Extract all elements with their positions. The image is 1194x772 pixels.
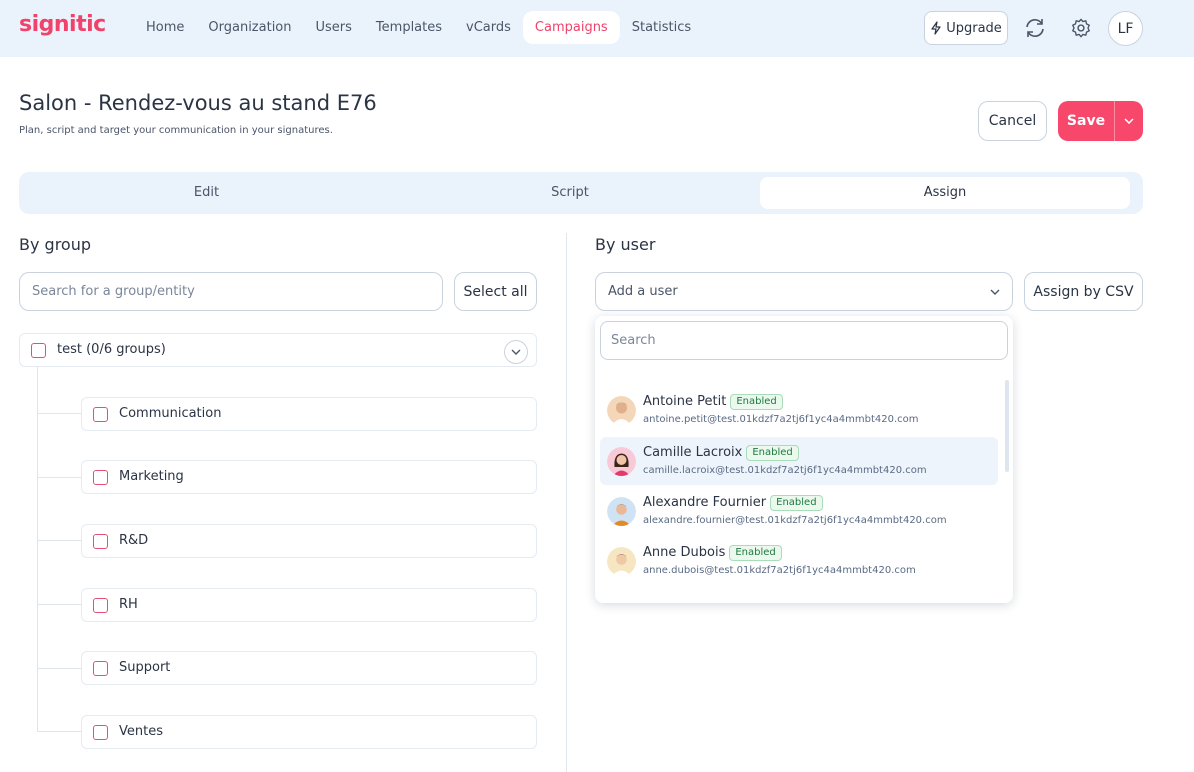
group-item-marketing[interactable]: Marketing [81,460,537,494]
save-button[interactable]: Save [1058,101,1114,141]
user-name-text: Alexandre Fournier [643,495,767,510]
page-subtitle: Plan, script and target your communicati… [19,125,333,136]
group-label: Support [119,660,171,675]
lightning-icon [931,21,941,35]
group-checkbox-test[interactable] [31,343,46,358]
expand-button[interactable] [504,340,528,364]
gear-icon [1072,18,1090,38]
add-user-select[interactable]: Add a user [595,272,1013,311]
by-user-title: By user [595,235,656,254]
group-item-rd[interactable]: R&D [81,524,537,558]
chevron-down-icon [511,349,521,355]
main-nav: Home Organization Users Templates vCards… [134,11,703,44]
user-avatar[interactable]: LF [1108,11,1143,46]
tab-script[interactable]: Script [389,177,751,209]
user-option[interactable]: Alexandre Fournier Enabled alexandre.four… [600,487,998,535]
user-email: antoine.petit@test.01kdzf7a2tj6f1yc4a4mm… [643,414,919,425]
group-item-ventes[interactable]: Ventes [81,715,537,749]
user-option[interactable]: Camille Lacroix Enabled camille.lacroix@t… [600,437,998,485]
settings-button[interactable] [1067,14,1095,42]
group-checkbox[interactable] [93,725,108,740]
status-badge: Enabled [729,545,782,561]
group-item-support[interactable]: Support [81,651,537,685]
save-options-button[interactable] [1114,101,1143,141]
group-checkbox[interactable] [93,407,108,422]
user-photo [607,497,636,526]
user-name-text: Anne Dubois [643,545,726,560]
user-email: anne.dubois@test.01kdzf7a2tj6f1yc4a4mmbt… [643,565,916,576]
group-tree-root[interactable]: test (0/6 groups) [19,333,537,367]
user-name: Alexandre Fournier Enabled [643,495,823,511]
dropdown-scrollbar[interactable] [1005,380,1009,472]
user-name: Anne Dubois Enabled [643,545,782,561]
group-label: Communication [119,406,222,421]
nav-item-campaigns[interactable]: Campaigns [522,11,620,44]
group-item-communication[interactable]: Communication [81,397,537,431]
nav-item-home[interactable]: Home [134,11,196,44]
user-name-text: Camille Lacroix [643,445,743,460]
upgrade-button[interactable]: Upgrade [924,11,1008,45]
nav-item-templates[interactable]: Templates [364,11,454,44]
user-option[interactable]: Antoine Petit Enabled antoine.petit@test.… [600,386,998,434]
page-title: Salon - Rendez-vous au stand E76 [19,91,377,115]
assign-by-csv-button[interactable]: Assign by CSV [1024,272,1143,311]
user-photo [607,447,636,476]
status-badge: Enabled [730,394,783,410]
sync-icon [1026,19,1044,37]
group-label: R&D [119,533,149,548]
tab-edit[interactable]: Edit [24,177,389,209]
tree-branch [37,731,81,732]
tab-assign[interactable]: Assign [760,177,1130,209]
campaign-tabs: Edit Script Assign [19,172,1143,214]
tree-branch [37,668,81,669]
group-checkbox[interactable] [93,470,108,485]
user-name-text: Antoine Petit [643,394,727,409]
user-search-input[interactable] [600,321,1008,360]
group-label-test: test (0/6 groups) [57,342,166,357]
add-user-placeholder: Add a user [608,284,678,299]
tree-branch [37,604,81,605]
user-email: camille.lacroix@test.01kdzf7a2tj6f1yc4a4… [643,465,927,476]
user-photo [607,396,636,425]
upgrade-label: Upgrade [946,20,1002,36]
status-badge: Enabled [746,445,799,461]
group-checkbox[interactable] [93,661,108,676]
cancel-button[interactable]: Cancel [978,101,1047,141]
panel-divider [566,233,567,772]
group-label: Marketing [119,469,184,484]
top-navbar: signitic Home Organization Users Templat… [0,0,1194,57]
user-name: Antoine Petit Enabled [643,394,783,410]
group-label: Ventes [119,724,163,739]
nav-item-users[interactable]: Users [304,11,364,44]
user-dropdown: Antoine PetitEnabled antoine.petit@test.… [595,316,1013,603]
chevron-down-icon [990,289,1000,295]
nav-item-statistics[interactable]: Statistics [620,11,703,44]
nav-item-organization[interactable]: Organization [196,11,303,44]
group-item-rh[interactable]: RH [81,588,537,622]
tree-branch [37,540,81,541]
user-email: alexandre.fournier@test.01kdzf7a2tj6f1yc… [643,515,947,526]
group-checkbox[interactable] [93,598,108,613]
sync-button[interactable] [1021,14,1049,42]
user-option[interactable]: Anne Dubois Enabled anne.dubois@test.01kd… [600,537,998,585]
signitic-logo[interactable]: signitic [19,12,106,37]
status-badge: Enabled [770,495,823,511]
chevron-down-icon [1124,118,1134,124]
group-checkbox[interactable] [93,534,108,549]
user-photo [607,547,636,576]
tree-branch [37,477,81,478]
user-name: Camille Lacroix Enabled [643,445,799,461]
tree-branch [37,413,81,414]
by-group-title: By group [19,235,91,254]
group-search-input[interactable] [19,272,443,311]
save-button-group: Save [1058,101,1143,141]
tree-connector [37,367,38,732]
nav-item-vcards[interactable]: vCards [454,11,523,44]
select-all-button[interactable]: Select all [454,272,537,311]
group-label: RH [119,597,138,612]
